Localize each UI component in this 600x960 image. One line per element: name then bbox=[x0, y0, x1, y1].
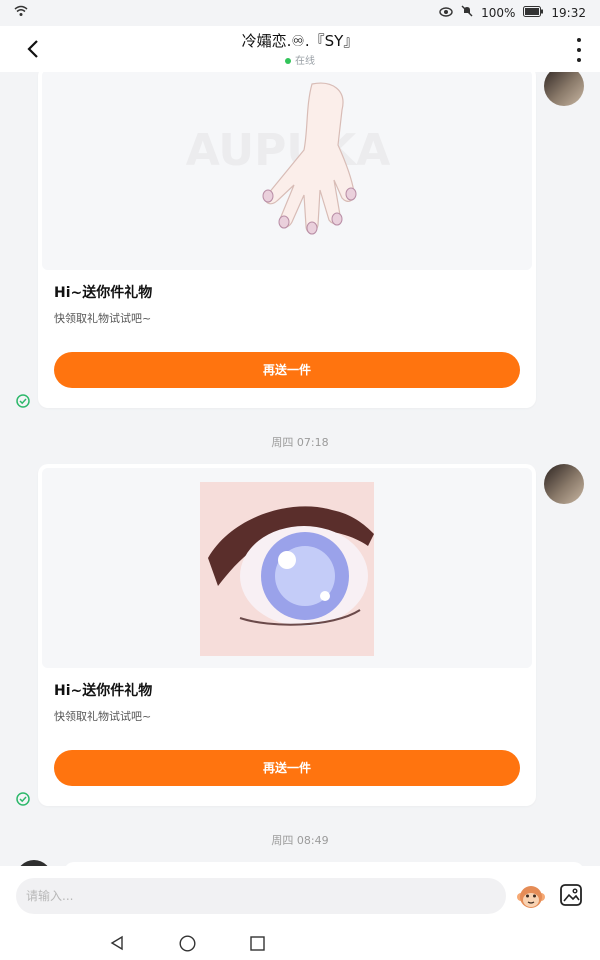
dot bbox=[577, 38, 581, 42]
image-upload-icon[interactable] bbox=[560, 884, 582, 906]
message-list[interactable]: AUPUKA Hi~送你件礼物 快领取礼物试试吧~ 再送一件 周四 07:18 bbox=[0, 72, 600, 866]
hand-nails-illustration: AUPUKA bbox=[42, 72, 532, 270]
dot bbox=[577, 48, 581, 52]
delivered-check-icon bbox=[16, 394, 30, 408]
system-navigation-bar bbox=[0, 926, 600, 960]
gift-subtitle: 快领取礼物试试吧~ bbox=[54, 710, 152, 723]
status-bar: 100% 19:32 bbox=[0, 0, 600, 26]
avatar[interactable] bbox=[544, 464, 584, 504]
message-input[interactable]: 请输入... bbox=[16, 878, 506, 914]
message-timestamp: 周四 07:18 bbox=[271, 436, 329, 449]
gift-message-card: Hi~送你件礼物 快领取礼物试试吧~ 再送一件 bbox=[38, 464, 536, 806]
battery-percent: 100% bbox=[481, 5, 516, 20]
chat-header: 冷孀恋.♾.『SY』 在线 bbox=[0, 26, 600, 72]
gift-subtitle: 快领取礼物试试吧~ bbox=[54, 312, 152, 325]
gift-image: AUPUKA bbox=[42, 72, 532, 270]
mute-icon bbox=[461, 5, 473, 20]
dot bbox=[577, 58, 581, 62]
avatar[interactable] bbox=[544, 72, 584, 106]
gift-message-card: AUPUKA Hi~送你件礼物 快领取礼物试试吧~ 再送一件 bbox=[38, 72, 536, 408]
composer-bar: 请输入... bbox=[0, 866, 600, 926]
online-status: 在线 bbox=[0, 52, 600, 67]
gift-title: Hi~送你件礼物 bbox=[54, 285, 153, 301]
eye-icon bbox=[439, 6, 453, 20]
send-again-button[interactable]: 再送一件 bbox=[54, 352, 520, 388]
online-label: 在线 bbox=[295, 56, 315, 67]
send-again-button[interactable]: 再送一件 bbox=[54, 750, 520, 786]
clock: 19:32 bbox=[551, 5, 586, 20]
anime-eye-illustration bbox=[42, 468, 532, 668]
message-timestamp: 周四 08:49 bbox=[271, 834, 329, 847]
more-options-button[interactable] bbox=[574, 38, 584, 62]
battery-icon bbox=[523, 5, 544, 20]
delivered-check-icon bbox=[16, 792, 30, 806]
back-triangle-icon[interactable] bbox=[109, 935, 125, 951]
gift-title: Hi~送你件礼物 bbox=[54, 683, 153, 699]
online-dot-icon bbox=[285, 58, 291, 64]
recent-square-icon[interactable] bbox=[250, 936, 265, 951]
contact-name: 冷孀恋.♾.『SY』 bbox=[241, 32, 359, 50]
gift-image bbox=[42, 468, 532, 668]
wifi-icon bbox=[14, 5, 28, 20]
emoji-monkey-icon[interactable] bbox=[516, 882, 546, 912]
home-circle-icon[interactable] bbox=[179, 935, 196, 952]
watermark-graphic: AUPUKA bbox=[186, 125, 391, 176]
